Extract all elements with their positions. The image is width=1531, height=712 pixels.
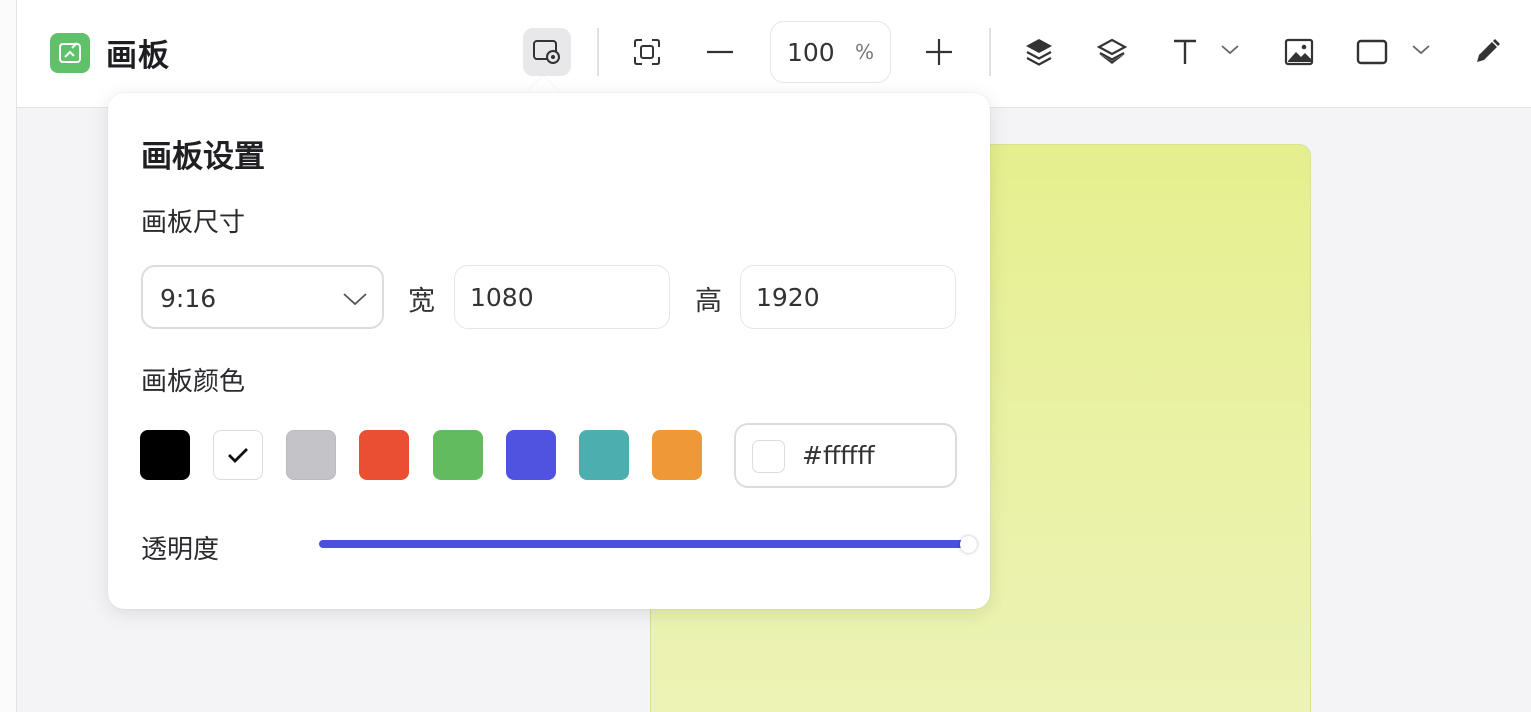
zoom-in-button[interactable] xyxy=(915,28,963,76)
color-section-label: 画板颜色 xyxy=(141,367,246,397)
swatch-red[interactable] xyxy=(359,430,409,480)
send-backward-button[interactable] xyxy=(1088,28,1136,76)
check-icon xyxy=(228,448,248,463)
toolbar-divider xyxy=(989,28,991,76)
aspect-ratio-select[interactable]: 9:16 xyxy=(141,265,384,329)
whiteboard-icon xyxy=(50,33,90,73)
layer-up-icon xyxy=(1026,39,1052,66)
top-toolbar: 画板 100 % xyxy=(17,0,1531,108)
height-input[interactable] xyxy=(740,265,956,329)
swatch-blue[interactable] xyxy=(506,430,556,480)
swatch-white[interactable] xyxy=(213,430,263,480)
chevron-down-icon[interactable] xyxy=(1219,38,1241,60)
swatch-gray[interactable] xyxy=(286,430,336,480)
rectangle-icon xyxy=(1356,39,1388,65)
swatch-black[interactable] xyxy=(140,430,190,480)
size-section-label: 画板尺寸 xyxy=(141,208,246,238)
zoom-out-button[interactable] xyxy=(696,28,744,76)
shape-tool-button[interactable] xyxy=(1348,28,1396,76)
text-tool-button[interactable] xyxy=(1161,28,1209,76)
swatch-teal[interactable] xyxy=(579,430,629,480)
swatch-orange[interactable] xyxy=(652,430,702,480)
zoom-value: 100 xyxy=(787,38,835,67)
app-title: 画板 xyxy=(106,38,170,74)
minus-icon xyxy=(707,50,733,54)
opacity-slider-track[interactable] xyxy=(319,540,973,548)
plus-icon xyxy=(926,39,952,65)
pen-tool-button[interactable] xyxy=(1463,28,1511,76)
pen-icon xyxy=(1477,39,1500,62)
width-label: 宽 xyxy=(408,286,435,317)
opacity-label: 透明度 xyxy=(141,535,220,565)
text-icon xyxy=(1174,39,1196,64)
hex-color-input[interactable]: #ffffff xyxy=(734,423,957,488)
chevron-down-icon[interactable] xyxy=(1410,38,1432,60)
fit-screen-icon xyxy=(634,39,660,65)
artboard-settings-icon xyxy=(533,40,560,64)
popover-title: 画板设置 xyxy=(141,139,265,175)
layer-down-icon xyxy=(1097,38,1127,64)
bring-forward-button[interactable] xyxy=(1015,28,1063,76)
artboard-settings-popover: 画板设置 画板尺寸 9:16 宽 高 画板颜色 #ffffff 透明度 xyxy=(108,93,990,609)
image-icon xyxy=(1284,38,1314,66)
height-label: 高 xyxy=(695,286,722,317)
toolbar-divider xyxy=(597,28,599,76)
zoom-input[interactable]: 100 % xyxy=(770,21,891,83)
fit-screen-button[interactable] xyxy=(623,28,671,76)
left-panel-edge xyxy=(0,0,17,712)
chevron-down-icon xyxy=(343,293,367,306)
artboard-settings-button[interactable] xyxy=(523,28,571,76)
swatch-green[interactable] xyxy=(433,430,483,480)
width-input[interactable] xyxy=(454,265,670,329)
zoom-unit: % xyxy=(854,40,874,64)
hex-value: #ffffff xyxy=(802,441,875,470)
opacity-slider-thumb[interactable] xyxy=(960,536,977,553)
image-tool-button[interactable] xyxy=(1275,28,1323,76)
current-color-chip xyxy=(752,440,785,473)
aspect-ratio-value: 9:16 xyxy=(160,284,217,313)
